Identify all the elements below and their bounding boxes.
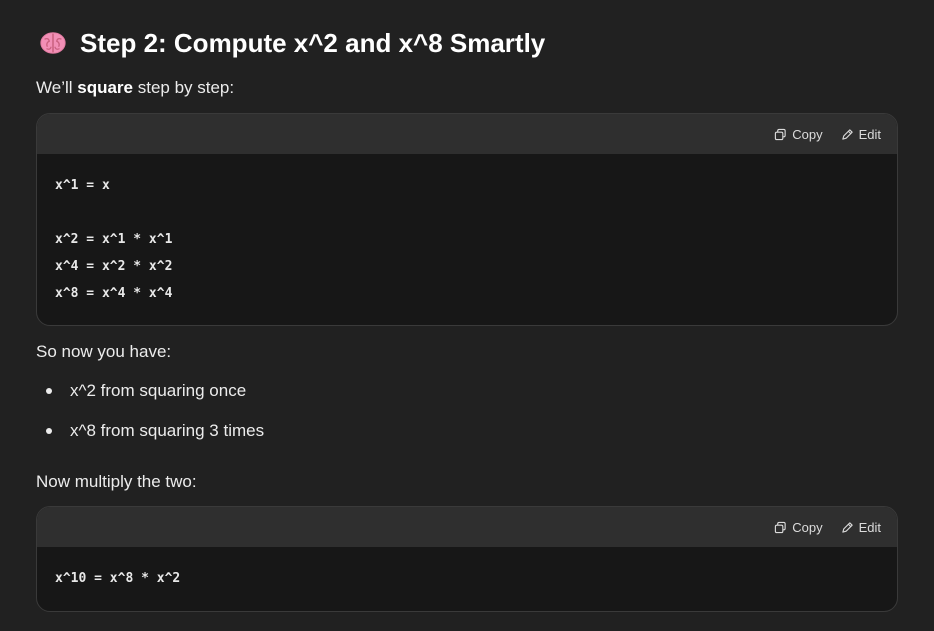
list-item: x^8 from squaring 3 times	[36, 418, 264, 458]
bullet-dot	[46, 388, 52, 394]
copy-icon	[775, 128, 786, 140]
so-now-text: So now you have:	[36, 342, 172, 361]
code-block-squaring: Copy Edit x^1 = x x^2 = x^1 * x^1 x^4 = …	[36, 113, 898, 326]
list-item-text: x^8 from squaring 3 times	[70, 421, 265, 440]
copy-label: Copy	[792, 126, 823, 142]
pencil-icon	[841, 128, 853, 140]
intro-bold: square	[77, 78, 133, 97]
code-line: x^8 = x^4 * x^4	[55, 286, 173, 301]
intro-text: We’ll square step by step:	[36, 78, 234, 98]
chat-message: Step 2: Compute x^2 and x^8 Smartly We’l…	[0, 0, 934, 631]
brain-icon	[40, 32, 66, 54]
code-block-multiply: Copy Edit x^10 = x^8 * x^2	[36, 506, 898, 612]
code-header: Copy Edit	[37, 507, 897, 547]
code-line: x^4 = x^2 * x^2	[55, 259, 173, 274]
code-header: Copy Edit	[37, 114, 897, 154]
intro-prefix: We’ll	[36, 78, 78, 97]
code-body[interactable]: x^1 = x x^2 = x^1 * x^1 x^4 = x^2 * x^2 …	[37, 154, 897, 307]
bullet-dot	[46, 428, 52, 434]
bullet-list: x^2 from squaring once x^8 from squaring…	[36, 378, 264, 458]
pencil-icon	[841, 521, 853, 533]
copy-button[interactable]: Copy	[774, 519, 823, 535]
code-body[interactable]: x^10 = x^8 * x^2	[37, 547, 897, 592]
edit-button[interactable]: Edit	[841, 127, 881, 142]
multiply-text: Now multiply the two:	[36, 472, 197, 491]
code-line: x^2 = x^1 * x^1	[55, 232, 173, 247]
copy-label: Copy	[792, 519, 823, 535]
intro-suffix: step by step:	[133, 78, 235, 97]
edit-button[interactable]: Edit	[841, 520, 881, 535]
section-heading: Step 2: Compute x^2 and x^8 Smartly	[38, 26, 545, 60]
edit-label: Edit	[858, 519, 881, 535]
section-title: Step 2: Compute x^2 and x^8 Smartly	[80, 27, 546, 58]
list-item: x^2 from squaring once	[36, 378, 264, 418]
list-item-text: x^2 from squaring once	[70, 381, 247, 400]
copy-button[interactable]: Copy	[774, 126, 823, 142]
copy-icon	[775, 521, 786, 533]
edit-label: Edit	[858, 126, 881, 142]
code-line: x^1 = x	[55, 178, 110, 193]
code-line: x^10 = x^8 * x^2	[55, 571, 181, 586]
